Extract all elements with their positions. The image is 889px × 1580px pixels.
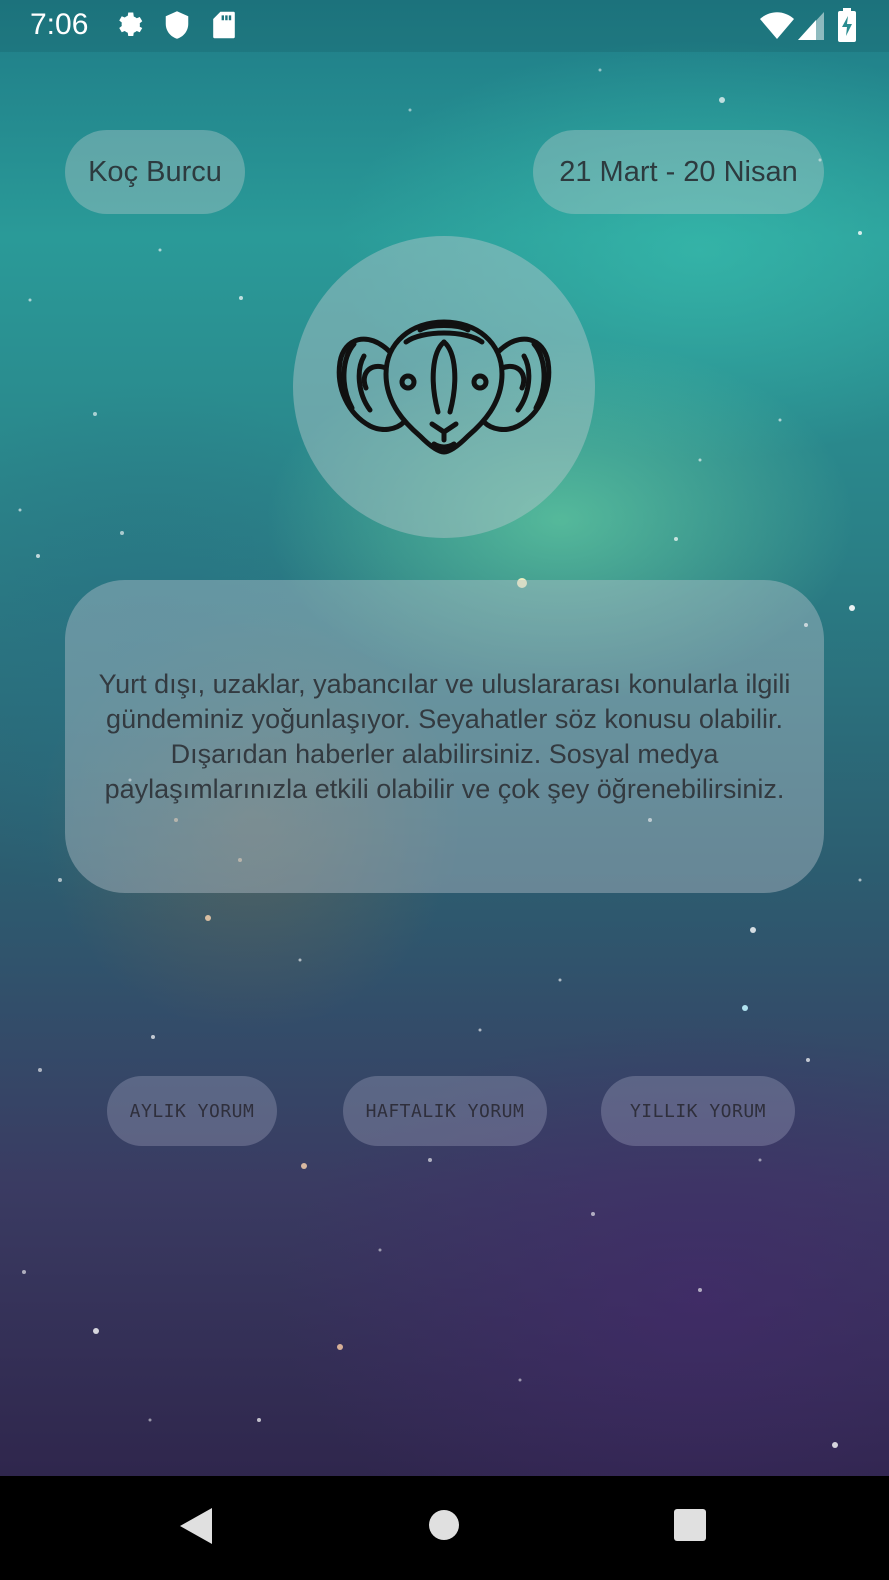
back-icon[interactable] <box>178 1506 214 1551</box>
shield-icon <box>164 10 190 45</box>
yearly-reading-button[interactable]: YILLIK YORUM <box>601 1076 795 1146</box>
weekly-reading-button[interactable]: HAFTALIK YORUM <box>343 1076 547 1146</box>
home-icon[interactable] <box>427 1508 461 1547</box>
wifi-icon <box>760 12 794 45</box>
horoscope-card: Yurt dışı, uzaklar, yabancılar ve ulusla… <box>65 580 824 893</box>
signal-icon <box>798 12 824 45</box>
settings-icon <box>114 10 144 45</box>
aries-ram-icon <box>336 319 552 455</box>
date-range: 21 Mart - 20 Nisan <box>559 155 798 188</box>
monthly-reading-button[interactable]: AYLIK YORUM <box>107 1076 277 1146</box>
zodiac-detail-screen: 7:06 Koç Burcu 21 Mart - 20 Nisan Yurt d… <box>0 0 889 1580</box>
horoscope-text: Yurt dışı, uzaklar, yabancılar ve ulusla… <box>98 668 791 804</box>
battery-charging-icon <box>838 8 856 47</box>
status-time: 7:06 <box>30 8 89 41</box>
status-bar: 7:06 <box>0 0 889 52</box>
sign-name-pill: Koç Burcu <box>65 130 245 214</box>
sign-icon-circle <box>293 236 595 538</box>
recents-icon[interactable] <box>673 1508 707 1547</box>
sign-name: Koç Burcu <box>88 155 222 188</box>
date-range-pill: 21 Mart - 20 Nisan <box>533 130 824 214</box>
navigation-bar <box>0 1476 889 1580</box>
sd-card-icon <box>212 10 236 45</box>
